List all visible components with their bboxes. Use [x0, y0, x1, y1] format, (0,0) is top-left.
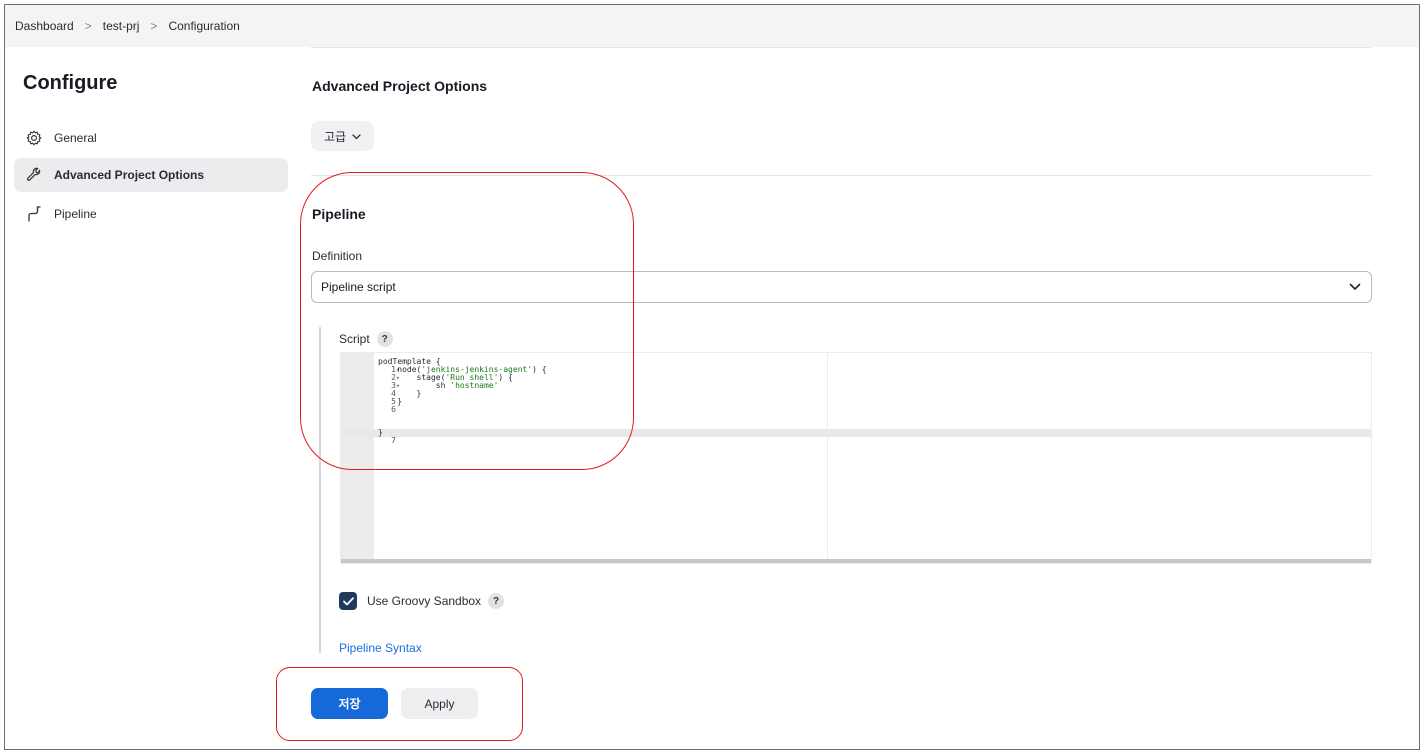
section-divider — [311, 47, 1371, 48]
pipeline-icon — [24, 204, 44, 224]
pipeline-syntax-link[interactable]: Pipeline Syntax — [339, 641, 422, 655]
advanced-toggle-button[interactable]: 고급 — [311, 121, 374, 151]
breadcrumb-separator: > — [150, 19, 158, 33]
advanced-toggle-label: 고급 — [323, 129, 347, 144]
groovy-sandbox-row: Use Groovy Sandbox ? — [339, 592, 505, 610]
breadcrumb: Dashboard > test-prj > Configuration — [5, 5, 1419, 47]
breadcrumb-dashboard[interactable]: Dashboard — [15, 19, 74, 33]
sidebar-title: Configure — [23, 72, 118, 94]
advanced-options-title: Advanced Project Options — [312, 78, 488, 94]
groovy-sandbox-label[interactable]: Use Groovy Sandbox — [367, 594, 481, 608]
sidebar-item-label: Advanced Project Options — [54, 168, 205, 182]
sidebar-item-label: Pipeline — [54, 207, 97, 221]
gear-icon — [24, 128, 44, 148]
annotation-outline-buttons — [276, 667, 523, 741]
wrench-icon — [24, 165, 44, 185]
editor-resize-handle[interactable] — [341, 559, 1371, 563]
chevron-down-icon — [1349, 280, 1361, 294]
annotation-outline-pipeline — [300, 172, 634, 470]
breadcrumb-configuration[interactable]: Configuration — [168, 19, 239, 33]
sandbox-help-icon[interactable]: ? — [488, 593, 505, 609]
sidebar-item-general[interactable]: General — [14, 121, 288, 155]
sidebar-item-pipeline[interactable]: Pipeline — [14, 197, 288, 231]
breadcrumb-separator: > — [84, 19, 92, 33]
groovy-sandbox-checkbox[interactable] — [339, 592, 357, 610]
chevron-down-icon — [352, 129, 361, 143]
breadcrumb-project[interactable]: test-prj — [103, 19, 140, 33]
sidebar-item-advanced-project-options[interactable]: Advanced Project Options — [14, 158, 288, 192]
sidebar-item-label: General — [54, 131, 97, 145]
app-window: Dashboard > test-prj > Configuration Con… — [4, 4, 1420, 750]
